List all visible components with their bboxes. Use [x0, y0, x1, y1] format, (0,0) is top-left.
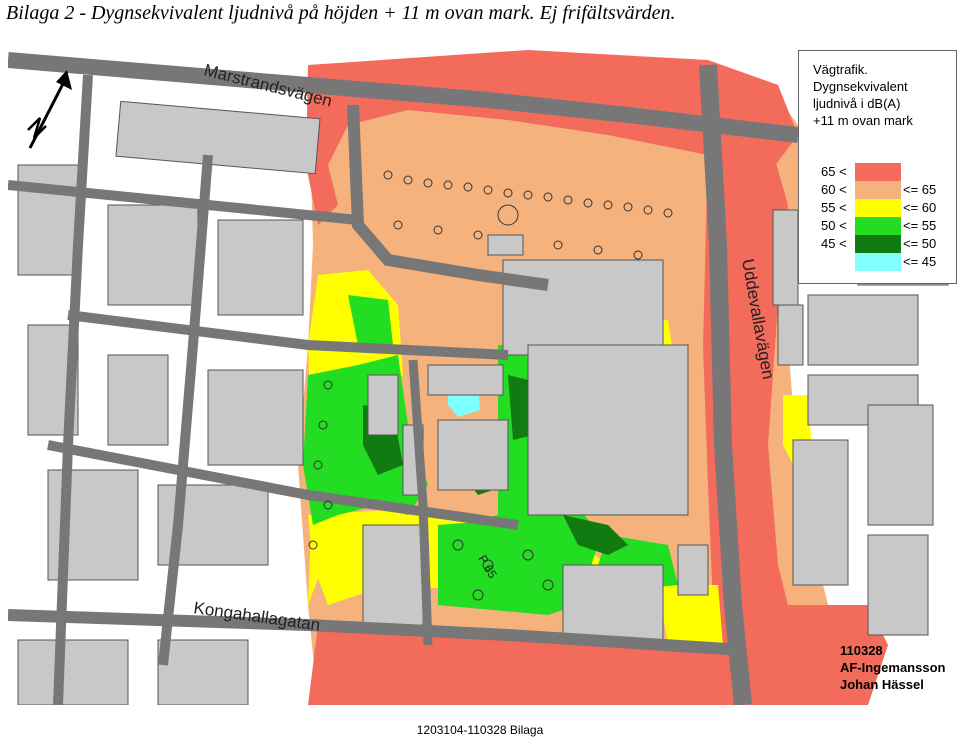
building — [867, 534, 929, 636]
building — [367, 374, 399, 436]
legend-high: <= 50 — [903, 236, 937, 251]
building — [867, 404, 934, 526]
stamp-author: Johan Hässel — [840, 677, 924, 692]
legend-row: <= 45 — [799, 253, 956, 271]
legend-high: <= 45 — [903, 254, 937, 269]
legend-low: 60 < — [821, 182, 847, 197]
building — [807, 294, 919, 366]
building — [777, 304, 804, 366]
building — [17, 164, 79, 276]
legend-high: <= 60 — [903, 200, 937, 215]
legend-low: 50 < — [821, 218, 847, 233]
legend-swatch — [855, 235, 901, 253]
map-title: Bilaga 2 - Dygnsekvivalent ljudnivå på h… — [6, 2, 676, 24]
legend-swatch — [855, 181, 901, 199]
legend-row: 45 < <= 50 — [799, 235, 956, 253]
legend-low: 65 < — [821, 164, 847, 179]
legend-title-line: Vägtrafik. — [813, 62, 868, 77]
north-arrow-icon — [27, 70, 72, 149]
footer-caption: 1203104-110328 Bilaga — [416, 723, 544, 737]
legend-title-line: +11 m ovan mark — [813, 113, 913, 128]
legend-swatch — [855, 217, 901, 235]
building — [562, 564, 664, 641]
building — [17, 639, 129, 705]
building — [157, 639, 249, 705]
building — [107, 354, 169, 446]
stamp-date: 110328 — [840, 643, 883, 658]
legend-high: <= 65 — [903, 182, 937, 197]
legend-title-line: ljudnivå i dB(A) — [813, 96, 901, 111]
legend-swatch — [855, 199, 901, 217]
building — [527, 344, 689, 516]
legend: Vägtrafik. Dygnsekvivalent ljudnivå i dB… — [798, 50, 957, 284]
building — [792, 439, 849, 586]
legend-low: 45 < — [821, 236, 847, 251]
legend-low: 55 < — [821, 200, 847, 215]
building — [677, 544, 709, 596]
legend-row: 50 < <= 55 — [799, 217, 956, 235]
building — [502, 259, 664, 356]
legend-row: 65 < — [799, 163, 956, 181]
building — [217, 219, 304, 316]
building — [437, 419, 509, 491]
author-stamp: 110328 AF-Ingemansson Johan Hässel — [840, 642, 945, 693]
building — [427, 364, 504, 396]
legend-title-line: Dygnsekvivalent — [813, 79, 908, 94]
legend-high: <= 55 — [903, 218, 937, 233]
building — [107, 204, 199, 306]
building — [207, 369, 304, 466]
legend-row: 55 < <= 60 — [799, 199, 956, 217]
building — [487, 234, 524, 256]
legend-swatch — [855, 163, 901, 181]
legend-row: 60 < <= 65 — [799, 181, 956, 199]
stamp-company: AF-Ingemansson — [840, 660, 946, 675]
legend-swatch — [855, 253, 901, 271]
building — [362, 524, 424, 626]
building — [772, 209, 799, 306]
legend-title: Vägtrafik. Dygnsekvivalent ljudnivå i dB… — [813, 61, 913, 129]
